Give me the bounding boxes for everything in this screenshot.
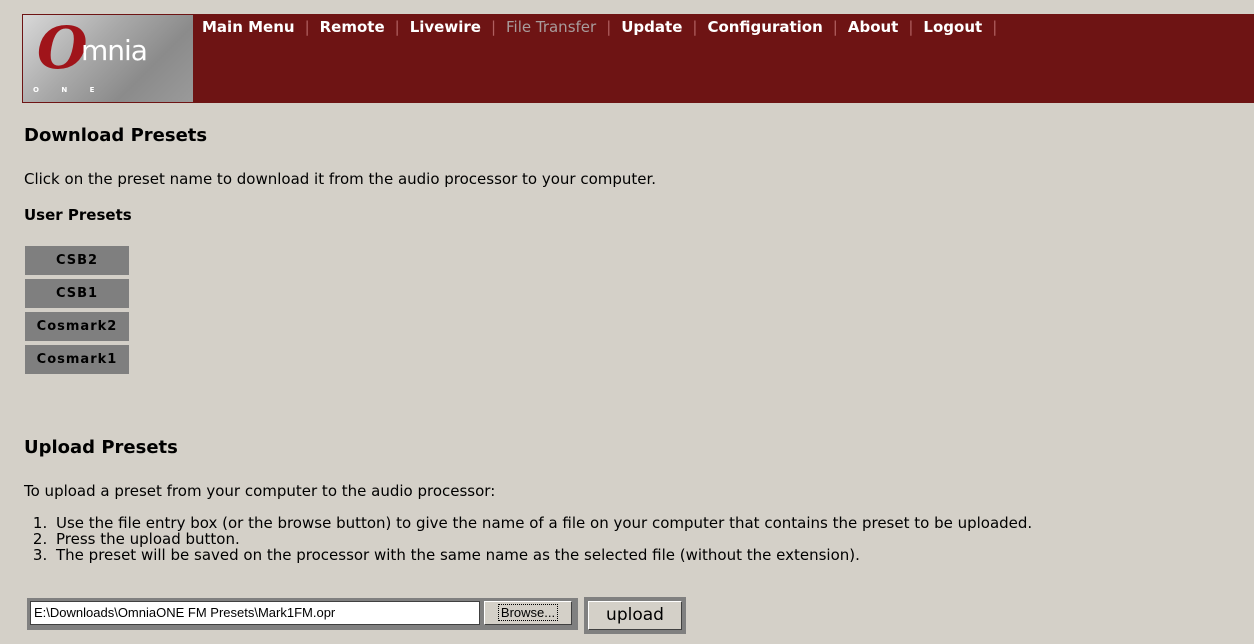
upload-steps-list: Use the file entry box (or the browse bu… xyxy=(24,515,1032,563)
logo-o-letter: O xyxy=(37,15,88,82)
nav-separator: | xyxy=(908,18,914,36)
nav-livewire[interactable]: Livewire xyxy=(410,18,481,36)
upload-button-frame: upload xyxy=(584,597,686,634)
file-path-input[interactable]: E:\Downloads\OmniaONE FM Presets\Mark1FM… xyxy=(30,601,480,625)
nav-remote[interactable]: Remote xyxy=(320,18,385,36)
user-presets-label: User Presets xyxy=(24,206,132,224)
nav-separator: | xyxy=(832,18,838,36)
main-nav: Main Menu | Remote | Livewire | File Tra… xyxy=(202,18,1007,36)
upload-presets-heading: Upload Presets xyxy=(24,437,178,458)
preset-link-cosmark2[interactable]: Cosmark2 xyxy=(25,312,129,341)
browse-button[interactable]: Browse... xyxy=(484,601,572,625)
nav-separator: | xyxy=(606,18,612,36)
omnia-one-logo: O mnia O N E xyxy=(23,15,193,102)
preset-link-csb1[interactable]: CSB1 xyxy=(25,279,129,308)
nav-main-menu[interactable]: Main Menu xyxy=(202,18,295,36)
preset-link-csb2[interactable]: CSB2 xyxy=(25,246,129,275)
preset-list: CSB2 CSB1 Cosmark2 Cosmark1 xyxy=(25,246,129,378)
upload-step: Press the upload button. xyxy=(52,531,1032,547)
nav-logout[interactable]: Logout xyxy=(923,18,982,36)
logo-mnia-text: mnia xyxy=(81,34,148,67)
nav-file-transfer[interactable]: File Transfer xyxy=(506,18,596,36)
upload-description: To upload a preset from your computer to… xyxy=(24,482,496,500)
logo-one-text: O N E xyxy=(33,86,98,94)
nav-separator: | xyxy=(304,18,310,36)
upload-step: The preset will be saved on the processo… xyxy=(52,547,1032,563)
browse-button-label: Browse... xyxy=(497,604,559,621)
nav-configuration[interactable]: Configuration xyxy=(707,18,822,36)
file-input-group: E:\Downloads\OmniaONE FM Presets\Mark1FM… xyxy=(27,598,578,630)
preset-link-cosmark1[interactable]: Cosmark1 xyxy=(25,345,129,374)
nav-separator: | xyxy=(490,18,496,36)
upload-button[interactable]: upload xyxy=(588,601,682,630)
nav-separator: | xyxy=(394,18,400,36)
nav-update[interactable]: Update xyxy=(621,18,682,36)
nav-separator: | xyxy=(692,18,698,36)
header-bar: O mnia O N E Main Menu | Remote | Livewi… xyxy=(22,14,1254,103)
nav-separator: | xyxy=(992,18,998,36)
download-presets-heading: Download Presets xyxy=(24,125,208,146)
upload-step: Use the file entry box (or the browse bu… xyxy=(52,515,1032,531)
download-description: Click on the preset name to download it … xyxy=(24,170,657,188)
nav-about[interactable]: About xyxy=(848,18,899,36)
